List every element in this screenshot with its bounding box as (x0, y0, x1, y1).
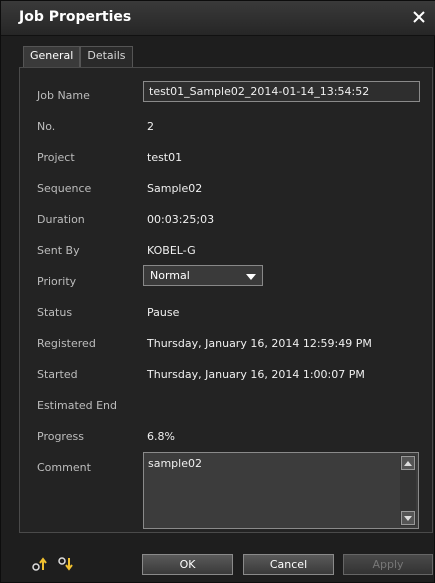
chevron-down-icon (246, 274, 256, 280)
job-down-button[interactable] (58, 556, 76, 572)
comment-scrollbar[interactable] (400, 455, 416, 526)
tab-details-label: Details (87, 49, 126, 62)
priority-dropdown[interactable]: Normal (143, 265, 263, 286)
apply-button[interactable]: Apply (343, 554, 433, 575)
status-value: Pause (147, 306, 180, 319)
title-bar: Job Properties (1, 1, 435, 36)
tab-strip: General Details (23, 46, 133, 67)
job-up-button[interactable] (32, 556, 50, 572)
comment-label: Comment (37, 461, 91, 474)
no-label: No. (37, 120, 56, 133)
sent-by-label: Sent By (37, 244, 80, 257)
ok-button[interactable]: OK (142, 554, 233, 575)
job-down-icon (58, 557, 73, 571)
started-value: Thursday, January 16, 2014 1:00:07 PM (147, 368, 365, 381)
priority-selected-value: Normal (150, 269, 190, 282)
project-label: Project (37, 151, 75, 164)
progress-value: 6.8% (147, 430, 175, 443)
sequence-label: Sequence (37, 182, 92, 195)
priority-label: Priority (37, 275, 77, 288)
registered-label: Registered (37, 337, 96, 350)
sent-by-value: KOBEL-G (147, 244, 196, 257)
started-label: Started (37, 368, 78, 381)
job-name-field[interactable] (143, 81, 420, 102)
job-name-label: Job Name (37, 89, 90, 102)
scroll-down-icon (404, 515, 412, 521)
project-value: test01 (147, 151, 183, 164)
window-title: Job Properties (19, 9, 132, 25)
estimated-end-label: Estimated End (37, 399, 117, 412)
close-button[interactable] (408, 6, 430, 28)
close-icon (413, 11, 425, 23)
comment-text: sample02 (148, 457, 202, 470)
progress-label: Progress (37, 430, 84, 443)
scroll-up-icon (404, 460, 412, 466)
scroll-up-button[interactable] (401, 456, 415, 470)
job-properties-dialog: Job Properties General Details Job Name … (0, 0, 435, 583)
scroll-down-button[interactable] (401, 511, 415, 525)
tab-details[interactable]: Details (80, 46, 133, 67)
job-up-icon (32, 557, 47, 571)
sequence-value: Sample02 (147, 182, 203, 195)
tab-general-label: General (30, 49, 74, 62)
status-label: Status (37, 306, 73, 319)
duration-value: 00:03:25;03 (147, 213, 215, 226)
registered-value: Thursday, January 16, 2014 12:59:49 PM (147, 337, 372, 350)
cancel-button[interactable]: Cancel (243, 554, 334, 575)
duration-label: Duration (37, 213, 85, 226)
tab-general[interactable]: General (23, 46, 81, 67)
comment-textarea[interactable]: sample02 (143, 452, 419, 529)
no-value: 2 (147, 120, 154, 133)
